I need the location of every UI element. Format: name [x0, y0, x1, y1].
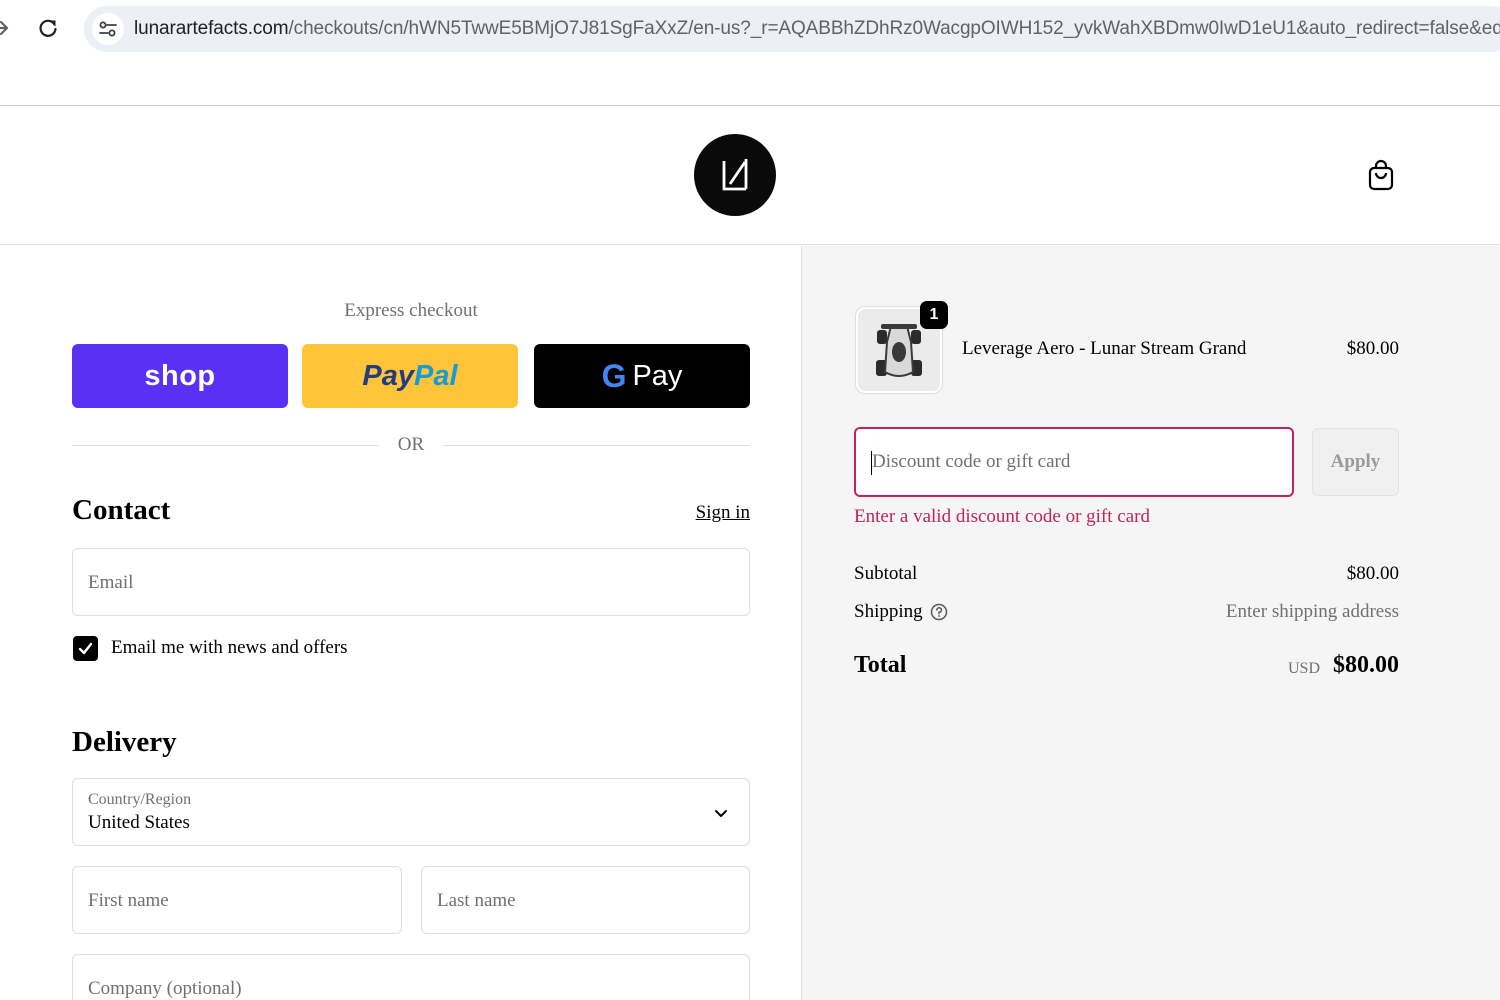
first-name-placeholder: First name: [88, 890, 169, 911]
delivery-heading: Delivery: [72, 726, 177, 758]
shipping-value: Enter shipping address: [1225, 601, 1399, 622]
country-select[interactable]: Country/Region United States: [72, 778, 750, 846]
site-info-icon: [99, 21, 117, 37]
reload-icon[interactable]: [36, 16, 60, 40]
google-pay-label: Pay: [632, 359, 683, 392]
shop-pay-button[interactable]: shop: [72, 344, 288, 408]
logo-mark-icon: [722, 159, 748, 191]
discount-code-input[interactable]: Discount code or gift card: [854, 427, 1294, 497]
last-name-placeholder: Last name: [437, 890, 516, 911]
site-info-button[interactable]: [92, 13, 124, 45]
paypal-label-part-b: Pal: [414, 359, 458, 392]
url-path: /checkouts/cn/hWN5TwwE5BMjO7J81SgFaXxZ/e…: [288, 18, 1500, 39]
or-divider-right: [443, 445, 750, 446]
google-g-icon: G: [601, 357, 627, 394]
country-value: United States: [88, 812, 190, 833]
newsletter-checkbox[interactable]: [73, 636, 98, 661]
email-placeholder: Email: [88, 572, 134, 593]
store-header: [0, 106, 1500, 245]
url-domain: lunarartefacts.com: [134, 18, 289, 39]
sign-in-link[interactable]: Sign in: [650, 502, 750, 524]
help-icon[interactable]: [930, 603, 948, 621]
or-divider-left: [72, 445, 379, 446]
subtotal-value: $80.00: [1346, 563, 1399, 584]
url-text[interactable]: lunarartefacts.com/checkouts/cn/hWN5TwwE…: [134, 18, 1500, 40]
first-name-field[interactable]: First name: [72, 866, 402, 934]
shop-pay-label: shop: [144, 359, 216, 392]
product-name: Leverage Aero - Lunar Stream Grand: [962, 338, 1247, 359]
quantity-badge: 1: [920, 301, 948, 329]
checkout-form: Express checkout shop PayPal G Pay OR Co…: [0, 246, 801, 1000]
discount-placeholder: Discount code or gift card: [872, 451, 1071, 472]
shipping-label: Shipping: [854, 601, 923, 622]
total-currency: USD: [1287, 660, 1320, 677]
discount-error-message: Enter a valid discount code or gift card: [854, 506, 1150, 527]
company-field[interactable]: Company (optional): [72, 954, 750, 1000]
express-checkout-title: Express checkout: [344, 300, 478, 321]
checkmark-icon: [78, 642, 93, 655]
google-pay-button[interactable]: G Pay: [534, 344, 750, 408]
cart-icon[interactable]: [1366, 158, 1396, 192]
paypal-label: PayPal: [362, 360, 457, 393]
contact-heading: Contact: [72, 494, 171, 526]
company-placeholder: Company (optional): [88, 978, 242, 999]
browser-toolbar: lunarartefacts.com/checkouts/cn/hWN5TwwE…: [0, 0, 1500, 58]
product-price: $80.00: [1346, 338, 1399, 359]
car-icon: [876, 324, 922, 377]
paypal-button[interactable]: PayPal: [302, 344, 518, 408]
subtotal-label: Subtotal: [854, 563, 918, 584]
chevron-down-icon: [715, 810, 727, 817]
total-value: $80.00: [1333, 652, 1399, 678]
paypal-label-part-a: Pay: [362, 359, 415, 392]
apply-discount-button[interactable]: Apply: [1312, 428, 1399, 496]
total-label: Total: [854, 652, 907, 678]
order-summary: 1 Leverage Aero - Lunar Stream Grand $80…: [801, 246, 1500, 1000]
last-name-field[interactable]: Last name: [421, 866, 750, 934]
email-field[interactable]: Email: [72, 548, 750, 616]
store-logo[interactable]: [694, 134, 776, 216]
newsletter-label[interactable]: Email me with news and offers: [111, 637, 348, 659]
address-bar[interactable]: lunarartefacts.com/checkouts/cn/hWN5TwwE…: [84, 6, 1500, 52]
or-label: OR: [397, 434, 425, 455]
country-caption: Country/Region: [88, 791, 192, 808]
forward-icon[interactable]: [0, 16, 12, 40]
